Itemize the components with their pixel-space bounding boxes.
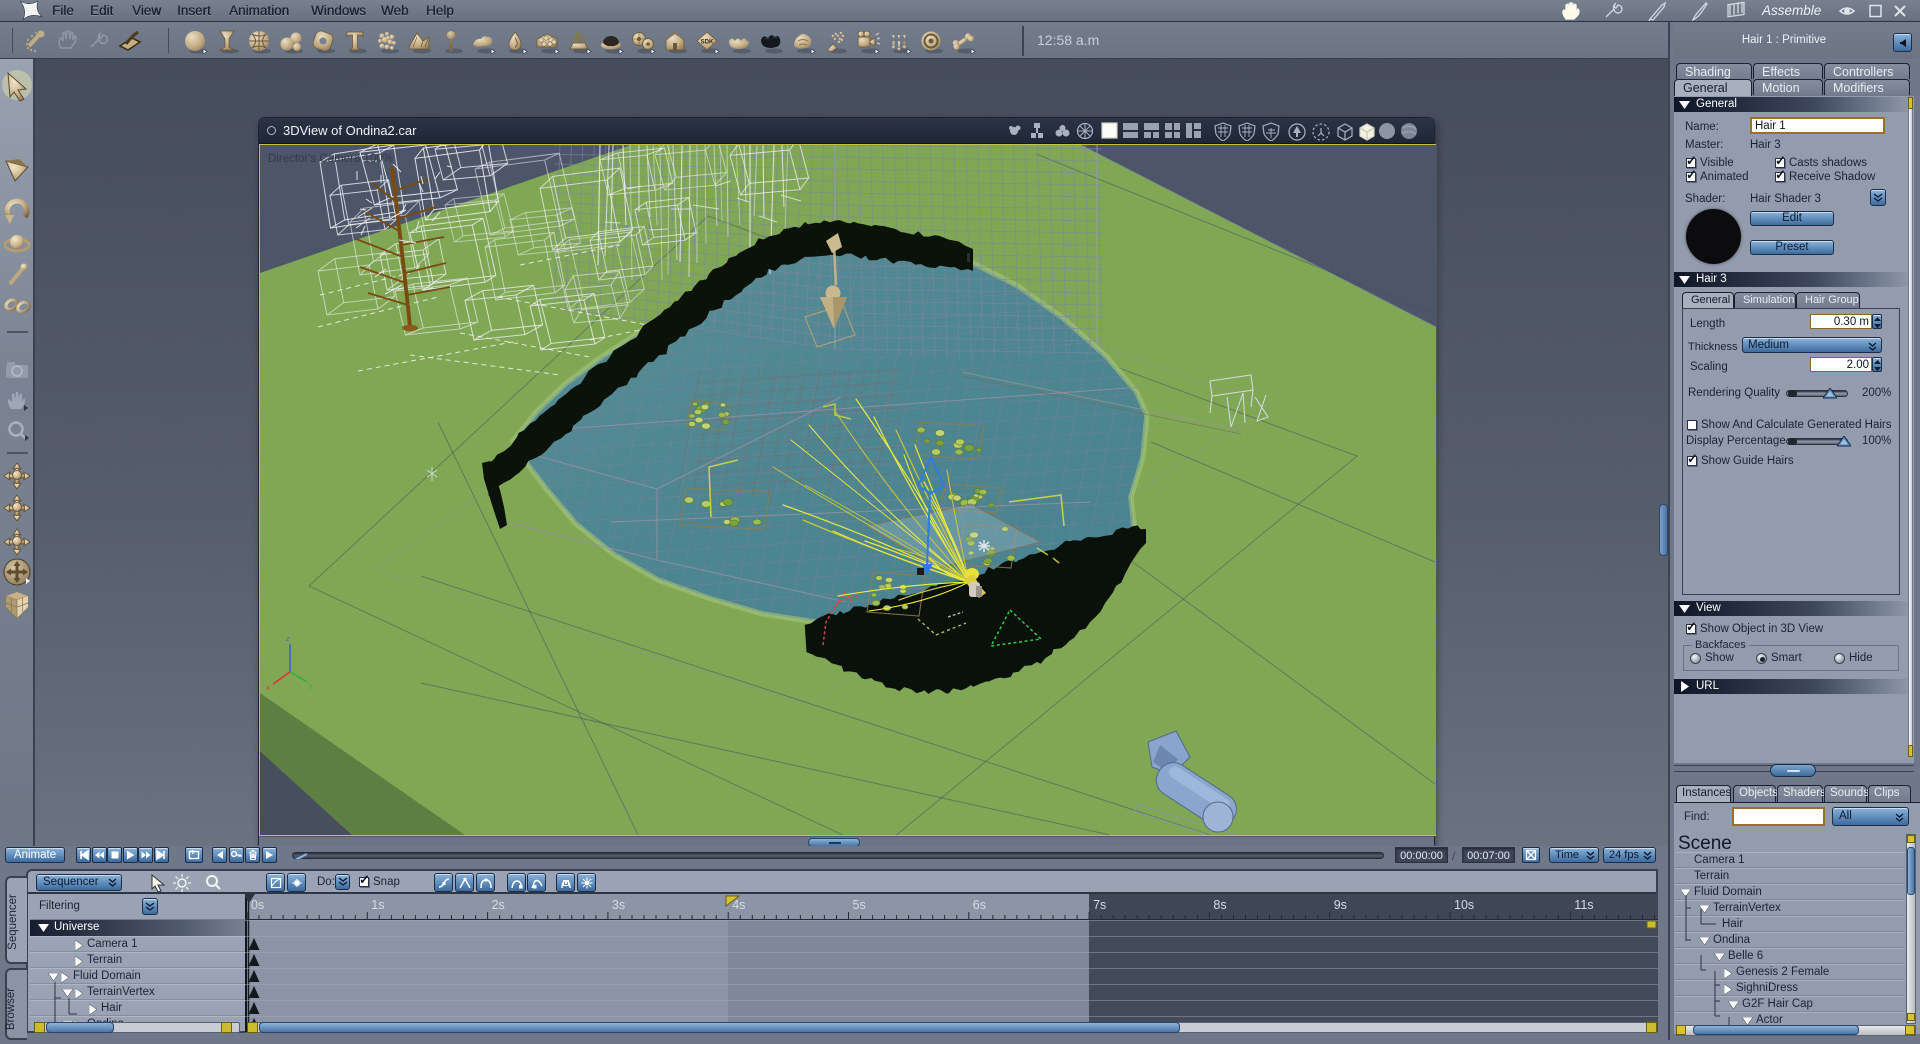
svg-text:Director's Camera 100%: Director's Camera 100% — [268, 153, 393, 165]
svg-text:x: x — [266, 685, 270, 692]
svg-text:11s: 11s — [1574, 898, 1593, 912]
svg-text:SDK: SDK — [701, 40, 714, 46]
svg-text:2s: 2s — [492, 898, 505, 912]
svg-text:6s: 6s — [973, 898, 986, 912]
svg-text:1s: 1s — [371, 898, 384, 912]
svg-text:3s: 3s — [612, 898, 625, 912]
svg-text:8s: 8s — [1213, 898, 1226, 912]
svg-text:9s: 9s — [1334, 898, 1347, 912]
svg-text:5s: 5s — [853, 898, 866, 912]
svg-text:0s: 0s — [251, 898, 264, 912]
svg-text:10s: 10s — [1454, 898, 1474, 912]
svg-text:z: z — [286, 636, 290, 643]
svg-text:7s: 7s — [1093, 898, 1106, 912]
svg-text:y: y — [309, 683, 313, 690]
